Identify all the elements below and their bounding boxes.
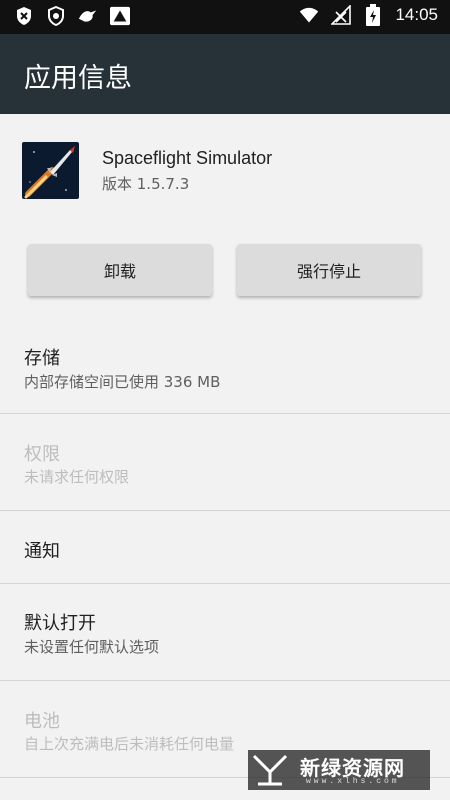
uninstall-button[interactable]: 卸载: [28, 244, 212, 296]
battery-charging-icon: [363, 4, 383, 26]
notification-icons: [14, 6, 130, 26]
app-version: 版本 1.5.7.3: [102, 175, 190, 193]
settings-item-title: 通知: [24, 541, 60, 562]
settings-item-title: 权限: [24, 444, 60, 465]
site-watermark: 新绿资源网 www.xlhs.com: [248, 750, 430, 790]
force-stop-button[interactable]: 强行停止: [237, 244, 421, 296]
clock: 14:05: [395, 5, 438, 24]
settings-item-subtitle: 内部存储空间已使用 336 MB: [24, 373, 221, 391]
bird-icon: [78, 6, 98, 26]
no-signal-icon: [331, 5, 352, 25]
settings-item-storage[interactable]: 存储 内部存储空间已使用 336 MB: [0, 320, 450, 414]
app-rocket-icon: [22, 142, 79, 199]
app-name: Spaceflight Simulator: [102, 148, 273, 168]
settings-item-subtitle: 未请求任何权限: [24, 468, 130, 486]
settings-item-title: 默认打开: [24, 613, 96, 634]
settings-item-subtitle: 未设置任何默认选项: [24, 638, 160, 656]
wifi-icon: [299, 5, 319, 25]
settings-item-title: 电池: [24, 711, 60, 732]
status-bar: 14:05: [0, 0, 450, 34]
warning-image-icon: [110, 6, 130, 26]
settings-item-subtitle: 自上次充满电后未消耗任何电量: [24, 735, 235, 753]
app-header: Spaceflight Simulator 版本 1.5.7.3: [0, 114, 450, 224]
shield-x-icon: [14, 6, 34, 26]
watermark-logo-icon: [248, 750, 292, 790]
settings-item-title: 存储: [24, 348, 60, 369]
app-bar: 应用信息: [0, 34, 450, 114]
settings-item-open-by-default[interactable]: 默认打开 未设置任何默认选项: [0, 584, 450, 680]
settings-item-permissions[interactable]: 权限 未请求任何权限: [0, 414, 450, 510]
shield-icon: [46, 6, 66, 26]
page-title: 应用信息: [24, 63, 132, 94]
watermark-url: www.xlhs.com: [306, 777, 400, 786]
settings-item-notifications[interactable]: 通知: [0, 511, 450, 583]
